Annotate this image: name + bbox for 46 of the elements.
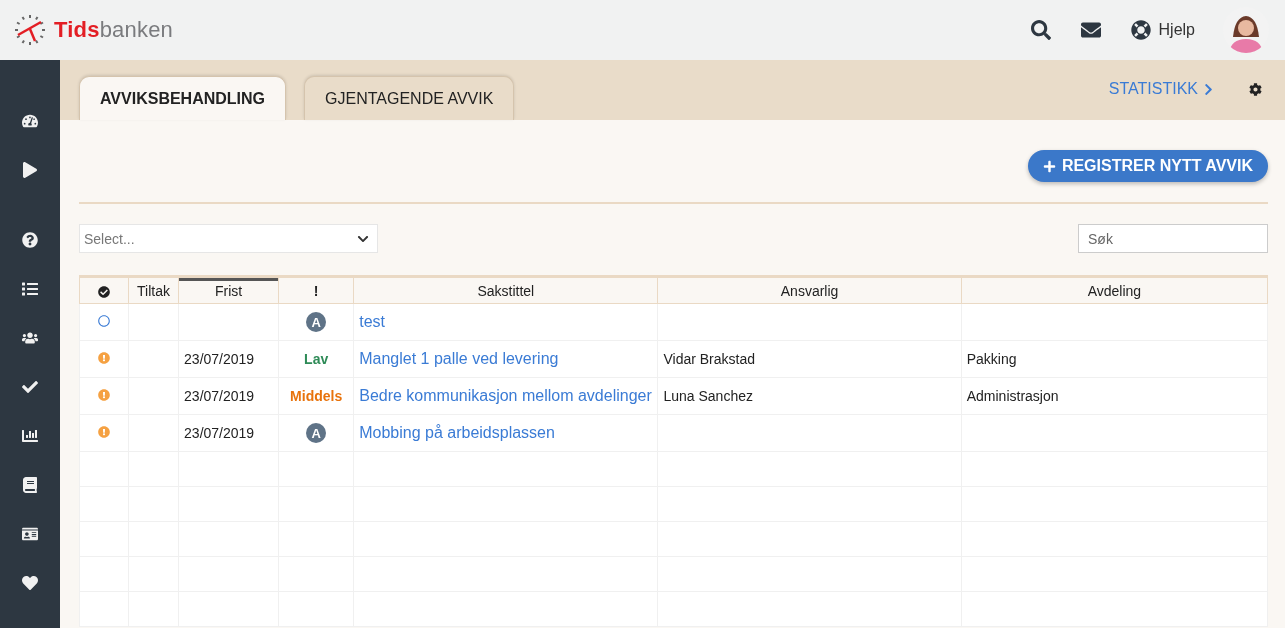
warning-icon [98,352,110,364]
table-cell: Vidar Brakstad [657,340,962,378]
table-cell: 23/07/2019 [178,377,279,415]
settings-icon[interactable] [1249,82,1262,96]
register-button[interactable]: REGISTRER NYTT AVVIK [1027,150,1268,182]
column-header[interactable]: Ansvarlig [657,276,962,304]
priority-badge: A [306,423,327,443]
list-icon[interactable] [22,281,38,297]
tab[interactable]: AVVIKSBEHANDLING [79,76,287,120]
warning-icon [98,426,110,438]
lifebuoy-icon[interactable] [1130,20,1151,40]
table-cell: Luna Sanchez [657,377,962,415]
help-link[interactable]: Hjelp [1158,21,1195,39]
plus-icon [1042,159,1056,173]
column-header[interactable]: Frist [178,276,279,304]
column-header[interactable]: ! [278,276,354,304]
check-icon[interactable] [22,379,38,395]
column-header[interactable]: Sakstittel [353,276,658,304]
filter-select[interactable]: Select... [79,224,378,253]
envelope-icon[interactable] [1080,20,1101,40]
table-cell: 23/07/2019 [178,340,279,378]
column-header[interactable]: Tiltak [128,276,179,304]
priority-badge: A [306,312,327,332]
search-field[interactable]: Søk [1078,224,1268,253]
table-cell: Pakking [961,340,1268,378]
table-cell: 23/07/2019 [178,414,279,452]
book-icon[interactable] [22,477,38,493]
heart-icon[interactable] [22,575,38,591]
help-icon[interactable] [22,232,38,248]
play-icon[interactable] [22,162,38,178]
case-title-link[interactable]: test [359,313,385,330]
warning-icon [98,389,110,401]
logo-text: Tidsbanken [54,17,174,43]
id-card-icon[interactable] [22,526,38,542]
table-cell: Administrasjon [961,377,1268,415]
select-placeholder: Select... [84,230,135,247]
gauge-icon[interactable] [22,113,38,129]
users-icon[interactable] [22,330,38,346]
clock-logo-icon [14,14,46,46]
priority-label: Middels [290,388,343,404]
tab[interactable]: GJENTAGENDE AVVIK [304,76,515,120]
bar-chart-icon[interactable] [22,428,38,444]
priority-label: Lav [304,351,329,367]
column-header[interactable]: Avdeling [961,276,1268,304]
search-icon[interactable] [1030,20,1051,40]
chevron-right-icon[interactable] [1202,82,1215,96]
